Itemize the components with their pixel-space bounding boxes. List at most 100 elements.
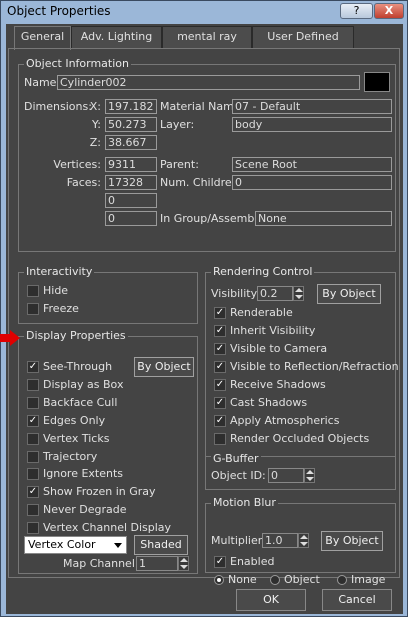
display-checkbox-5[interactable] [27, 450, 39, 463]
display-label-3: Edges Only [43, 413, 106, 427]
display-checkbox-7[interactable]: ✓ [27, 486, 39, 499]
count-field-4: 0 [105, 211, 157, 226]
display-checkbox-1[interactable] [27, 378, 39, 391]
radio-image-label: Image [351, 573, 386, 586]
display-label-4: Vertex Ticks [43, 431, 110, 445]
visibility-spinner[interactable] [293, 286, 304, 301]
parent-label: Parent: [160, 158, 199, 171]
radio-none[interactable] [214, 575, 224, 585]
radio-none-label: None [228, 573, 257, 586]
display-checkbox-3[interactable]: ✓ [27, 414, 39, 427]
display-by-object-button[interactable]: By Object [134, 357, 194, 377]
general-panel: Object Information Name: Cylinder002 Dim… [8, 48, 400, 586]
enabled-checkbox[interactable]: ✓ [214, 556, 226, 568]
vertex-color-select[interactable]: Vertex Color [24, 536, 127, 554]
radio-object-label: Object [284, 573, 320, 586]
faces-label: Faces: [66, 176, 101, 189]
interactivity-label-0: Hide [43, 284, 69, 297]
shaded-button[interactable]: Shaded [134, 535, 188, 555]
spinner-down-icon [300, 542, 308, 546]
interactivity-label: Interactivity [24, 265, 95, 278]
spinner-up-icon [180, 558, 188, 562]
num-children-field: 0 [232, 175, 392, 190]
visibility-field[interactable]: 0.2 [257, 286, 293, 301]
spinner-down-icon [295, 295, 303, 299]
interactivity-group: Interactivity Hide Freeze [18, 265, 198, 324]
ok-button[interactable]: OK [236, 589, 306, 611]
cancel-button[interactable]: Cancel [322, 589, 392, 611]
rendering-label-1: Inherit Visibility [230, 324, 316, 337]
map-channel-field[interactable]: 1 [136, 556, 178, 571]
object-id-field[interactable]: 0 [268, 468, 304, 483]
display-checkbox-8[interactable] [27, 504, 39, 517]
display-label-0: See-Through [43, 360, 113, 373]
rendering-checkbox-6[interactable]: ✓ [214, 415, 226, 427]
rendering-checkbox-2[interactable]: ✓ [214, 343, 226, 355]
interactivity-checkbox-0[interactable] [27, 285, 39, 297]
rendering-label-5: Cast Shadows [230, 396, 308, 409]
rendering-label-6: Apply Atmospherics [230, 414, 340, 427]
display-checkbox-2[interactable] [27, 396, 39, 409]
motion-blur-by-object-button[interactable]: By Object [321, 531, 383, 551]
tab-mental-ray[interactable]: mental ray [162, 26, 252, 48]
vertex-color-value: Vertex Color [28, 538, 96, 551]
display-properties-group: Display Properties By Object ✓ See-Throug… [18, 329, 198, 574]
close-button[interactable]: X [374, 3, 404, 19]
rendering-control-label: Rendering Control [211, 265, 315, 278]
window-title: Object Properties [7, 4, 111, 18]
x-label: X: [89, 100, 101, 113]
rendering-label-2: Visible to Camera [230, 342, 328, 355]
g-buffer-group: G-Buffer Object ID: 0 [205, 452, 396, 490]
map-channel-spinner[interactable] [178, 556, 189, 571]
dialog-client: General Adv. Lighting mental ray User De… [6, 24, 403, 614]
rendering-checkbox-3[interactable]: ✓ [214, 361, 226, 373]
title-bar[interactable]: Object Properties ? X [1, 1, 407, 23]
tab-adv-lighting[interactable]: Adv. Lighting [71, 26, 162, 48]
rendering-control-group: Rendering Control Visibility: 0.2 By Obj… [205, 265, 399, 457]
display-label-6: Ignore Extents [43, 467, 124, 481]
spinner-down-icon [180, 565, 188, 569]
tab-general[interactable]: General [14, 26, 71, 50]
rendering-by-object-button[interactable]: By Object [317, 284, 381, 304]
group-assembly-field: None [255, 211, 392, 226]
motion-blur-group: Motion Blur Multiplier: 1.0 By Object ✓ … [205, 496, 396, 573]
vertices-field: 9311 [105, 157, 157, 172]
y-label: Y: [92, 118, 101, 131]
rendering-checkbox-7[interactable] [214, 433, 226, 445]
dim-z-field[interactable]: 38.667 [105, 135, 157, 150]
spinner-up-icon [300, 535, 308, 539]
display-properties-label: Display Properties [24, 329, 128, 342]
spinner-up-icon [306, 470, 314, 474]
num-children-label: Num. Children: [160, 176, 243, 189]
display-checkbox-4[interactable] [27, 432, 39, 445]
rendering-checkbox-1[interactable]: ✓ [214, 325, 226, 337]
dim-y-field[interactable]: 50.273 [105, 117, 157, 132]
layer-label: Layer: [160, 118, 195, 131]
rendering-checkbox-5[interactable]: ✓ [214, 397, 226, 409]
rendering-label-4: Receive Shadows [230, 378, 326, 391]
rendering-checkbox-0[interactable]: ✓ [214, 307, 226, 319]
display-checkbox-0[interactable]: ✓ [27, 361, 39, 373]
radio-object[interactable] [270, 575, 280, 585]
display-label-2: Backface Cull [43, 395, 118, 409]
display-label-7: Show Frozen in Gray [43, 485, 156, 499]
rendering-label-7: Render Occluded Objects [230, 432, 370, 445]
visibility-label: Visibility: [211, 287, 261, 300]
display-checkbox-6[interactable] [27, 468, 39, 481]
multiplier-spinner[interactable] [298, 533, 309, 548]
object-color-swatch[interactable] [364, 72, 390, 92]
multiplier-field[interactable]: 1.0 [262, 533, 298, 548]
tab-user-defined[interactable]: User Defined [252, 26, 354, 48]
dim-x-field[interactable]: 197.182 [105, 99, 157, 114]
rendering-checkbox-4[interactable]: ✓ [214, 379, 226, 391]
object-properties-window: Object Properties ? X General Adv. Light… [0, 0, 408, 617]
name-field[interactable]: Cylinder002 [57, 75, 360, 90]
radio-image[interactable] [337, 575, 347, 585]
help-button[interactable]: ? [340, 3, 373, 19]
object-id-spinner[interactable] [304, 468, 315, 483]
interactivity-checkbox-1[interactable] [27, 303, 39, 315]
chevron-down-icon [114, 543, 122, 548]
spinner-up-icon [295, 288, 303, 292]
display-checkbox-9[interactable] [27, 522, 39, 535]
parent-field: Scene Root [232, 157, 392, 172]
